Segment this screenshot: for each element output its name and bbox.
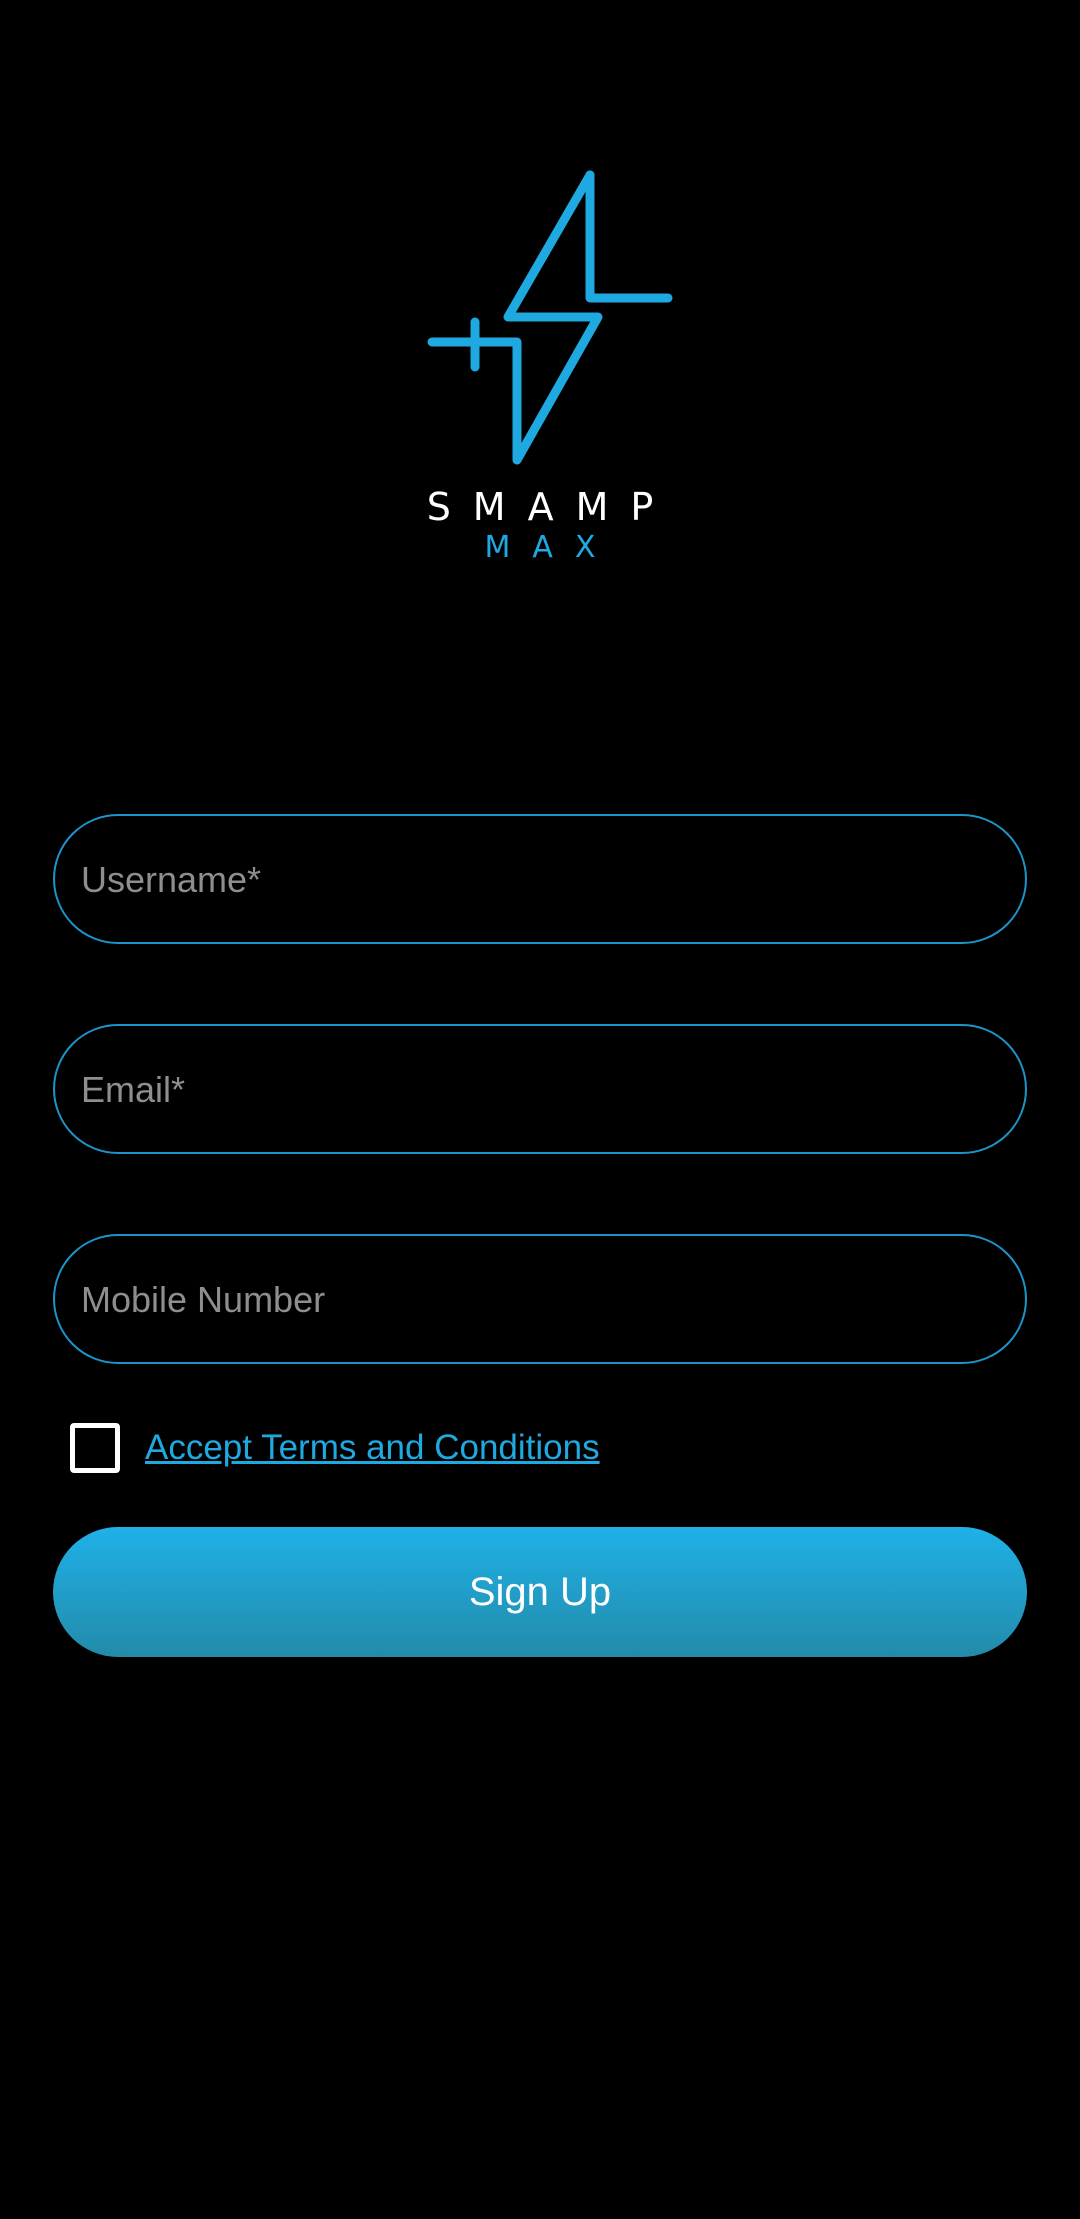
mobile-number-field[interactable] — [53, 1234, 1027, 1364]
bolt-plus-logo-icon — [427, 170, 673, 465]
terms-row: Accept Terms and Conditions — [70, 1420, 600, 1476]
terms-link[interactable]: Accept Terms and Conditions — [145, 1428, 600, 1468]
terms-checkbox[interactable] — [70, 1423, 120, 1473]
username-input[interactable] — [79, 816, 1003, 944]
mobile-number-input[interactable] — [79, 1236, 1003, 1364]
brand-subtitle: MAX — [484, 530, 618, 565]
email-field[interactable] — [53, 1024, 1027, 1154]
brand-name: SMAMP — [426, 485, 676, 529]
app-logo — [420, 165, 680, 475]
username-field[interactable] — [53, 814, 1027, 944]
sign-up-button[interactable]: Sign Up — [53, 1527, 1027, 1657]
email-input[interactable] — [79, 1026, 1003, 1154]
